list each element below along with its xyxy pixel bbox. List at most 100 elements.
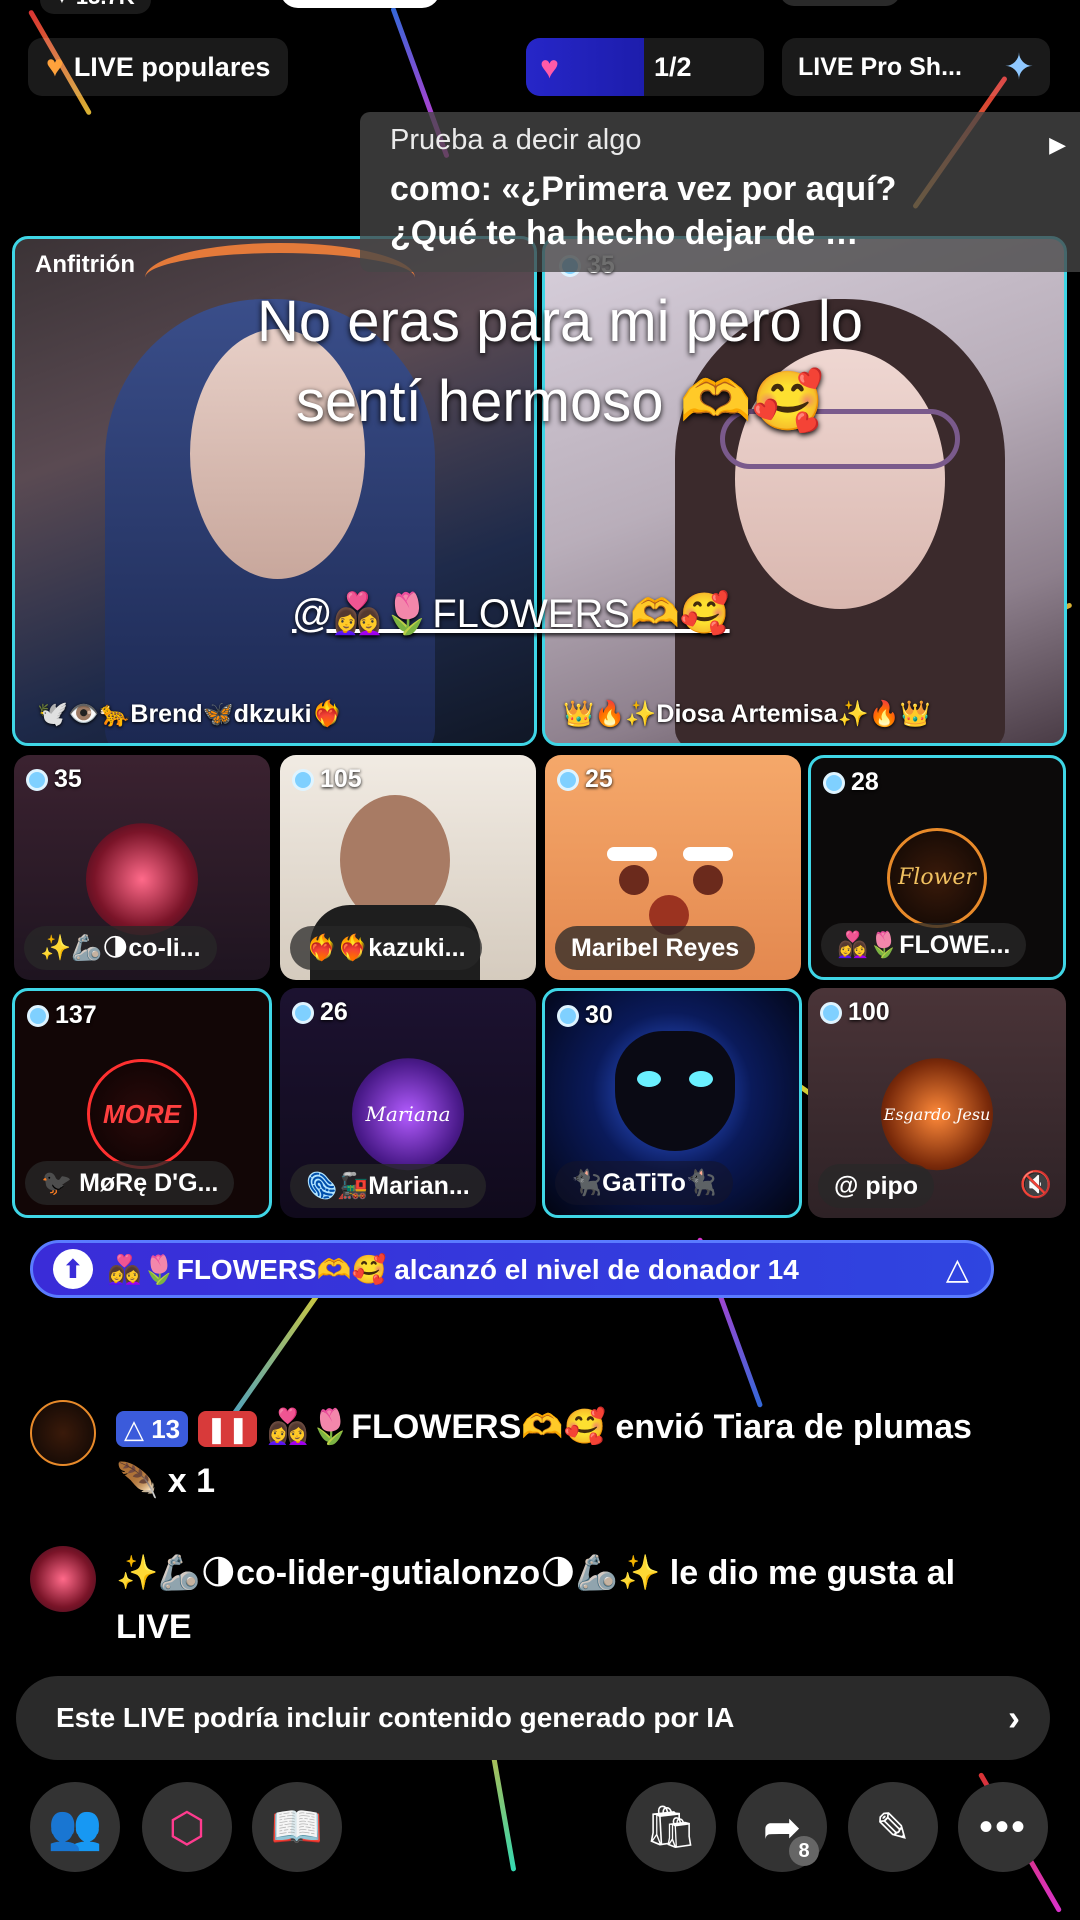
guest-count-7: 30 [557,1001,613,1030]
host-name: 🕊️👁️🐆Brend🦋dkzuki❤️‍🔥 [37,700,343,728]
share-button[interactable]: ➦ 8 [737,1782,827,1872]
cohost-name: 👑🔥✨Diosa Artemisa✨🔥👑 [563,700,931,728]
ai-content-notice[interactable]: Este LIVE podría incluir contenido gener… [16,1676,1050,1760]
guest-tile-7[interactable]: 30 🐈‍⬛GaTiTo🐈‍⬛ [542,988,802,1218]
guest-tile-1[interactable]: 35 ✨🦾🌗co-li... [14,755,270,980]
suggestion-box[interactable]: Prueba a decir algo como: «¿Primera vez … [360,112,1080,272]
gem-icon [292,768,314,791]
overlay-caption: No eras para mi pero lo sentí hermoso 🫶🥰 [256,289,864,434]
shopping-bag-icon: 🛍 [644,1802,698,1850]
heart-icon: ♥ [56,0,68,9]
book-icon: 📖 [270,1802,324,1850]
guest-avatar-4-text: Flower [898,865,976,890]
guest-count-5: 137 [27,1001,97,1030]
more-dots-icon: ••• [978,1804,1027,1849]
viewer-count-pill[interactable]: ♥ 13.7K [40,0,151,14]
guest-avatar-6-text: Mariana [365,1102,451,1127]
gem-icon [292,1001,314,1024]
cookie-eye-left [619,865,649,895]
guest-avatar-5-text: MORE [103,1098,181,1129]
guest-count-value-6: 26 [320,998,348,1026]
guest-count-value-7: 30 [585,1001,613,1029]
share-count: 8 [789,1836,819,1866]
guest-count-6: 26 [292,998,348,1027]
gem-icon [823,771,845,794]
level-value: 13 [151,1414,181,1445]
guest-name-5: 🐦‍⬛ MøRę D'G... [25,1161,235,1205]
guest-count-value-4: 28 [851,768,879,796]
chat-text-2: ✨🦾🌗co-lider-gutialonzo🌗🦾✨ le dio me gust… [116,1554,956,1646]
popular-live-button[interactable]: ♥ LIVE populares [28,38,289,96]
cube-icon: ⬡ [168,1803,206,1851]
chat-message-2[interactable]: ✨🦾🌗co-lider-gutialonzo🌗🦾✨ le dio me gust… [30,1546,1016,1654]
more-options-button[interactable]: ••• [958,1782,1048,1872]
rank-label: 1/2 [654,51,692,82]
chevron-right-icon[interactable]: ▶ [1049,132,1066,158]
magic-wand-button[interactable]: ✎ [848,1782,938,1872]
guest-avatar-1 [86,822,198,935]
pro-show-button[interactable]: LIVE Pro Sh... ✦ [782,38,1050,96]
guests-button[interactable]: 👥 [30,1782,120,1872]
effects-button[interactable]: ⬡ [142,1782,232,1872]
magic-wand-icon: ✎ [875,1803,911,1851]
mic-muted-icon: 🔇 [1019,1169,1052,1199]
pro-show-label: LIVE Pro Sh... [798,52,962,81]
gem-icon [557,768,579,791]
guest-count-1: 35 [26,765,82,794]
top-avatars-edge [780,0,900,6]
triangle-level-icon: △ [945,1252,969,1286]
guest-count-4: 28 [823,768,879,797]
guest-name-3: Maribel Reyes [555,926,756,970]
guest-count-value-3: 25 [585,765,613,793]
guest-avatar-8-text: Esgardo Jesu [883,1104,991,1124]
guest-count-value-2: 105 [320,765,362,793]
guest-tile-3[interactable]: 25 Maribel Reyes [545,755,801,980]
stories-button[interactable]: 📖 [252,1782,342,1872]
top-input-edge [280,0,440,8]
suggestion-text: como: «¿Primera vez por aquí? ¿Qué te ha… [390,170,897,252]
guest-name-1: ✨🦾🌗co-li... [24,926,217,970]
cat-eye-left [637,1071,661,1087]
guest-avatar-6: Mariana [352,1058,464,1171]
cookie-eye-right [693,865,723,895]
level-up-icon: ⬆ [53,1249,93,1289]
level-badge: △ 13 [116,1411,189,1448]
ai-notice-text: Este LIVE podría incluir contenido gener… [56,1702,735,1733]
guest-name-4: 👩‍❤️‍👩🌷FLOWE... [821,923,1027,967]
guest-count-3: 25 [557,765,613,794]
guest-avatar-5: MORE [87,1059,197,1169]
people-icon: 👥 [47,1803,103,1852]
donor-level-banner: ⬆ 👩‍❤️‍👩🌷FLOWERS🫶🥰 alcanzó el nivel de d… [30,1240,994,1298]
gem-icon [26,768,48,791]
cat-eye-right [689,1071,713,1087]
guest-tile-2[interactable]: 105 ❤️‍🔥❤️‍🔥kazuki... [280,755,536,980]
donor-banner-text: 👩‍❤️‍👩🌷FLOWERS🫶🥰 alcanzó el nivel de don… [107,1253,799,1285]
guest-tile-4[interactable]: Flower 28 👩‍❤️‍👩🌷FLOWE... [808,755,1066,980]
orange-heart-icon: ♥ [46,50,64,83]
overlay-mention[interactable]: @👩‍❤️‍👩🌷FLOWERS🫶🥰 [292,590,730,637]
guest-tile-5[interactable]: MORE 137 🐦‍⬛ MøRę D'G... [12,988,272,1218]
host-role-label: Anfitrión [35,251,135,278]
cat-face [615,1031,735,1151]
gem-icon [557,1004,579,1027]
guest-name-8: @ pipo [818,1164,935,1208]
guest-tile-6[interactable]: Mariana 26 🫆🚂Marian... [280,988,536,1218]
guest-count-value-8: 100 [848,998,890,1026]
chevron-right-icon: › [1008,1697,1020,1738]
guest-count-value-5: 137 [55,1001,97,1029]
sparkle-icon: ✦ [1003,46,1034,87]
pause-badge-icon: ❚❚ [197,1411,258,1448]
rank-pill[interactable]: ♥ 1/2 [526,38,764,96]
guest-name-6: 🫆🚂Marian... [290,1164,486,1208]
chat-avatar-1 [30,1400,96,1466]
chat-message-1[interactable]: △ 13 ❚❚ 👩‍❤️‍👩🌷FLOWERS🫶🥰 envió Tiara de … [30,1400,1016,1508]
gem-icon [27,1004,49,1027]
shop-button[interactable]: 🛍 [626,1782,716,1872]
chat-avatar-2 [30,1546,96,1612]
guest-count-8: 100 [820,998,890,1027]
guest-avatar-8: Esgardo Jesu [881,1058,993,1171]
rank-progress: ♥ [526,38,644,96]
guest-tile-8[interactable]: Esgardo Jesu 100 @ pipo 🔇 [808,988,1066,1218]
guest-name-2: ❤️‍🔥❤️‍🔥kazuki... [290,926,482,970]
cookie-brow-right [683,847,733,861]
